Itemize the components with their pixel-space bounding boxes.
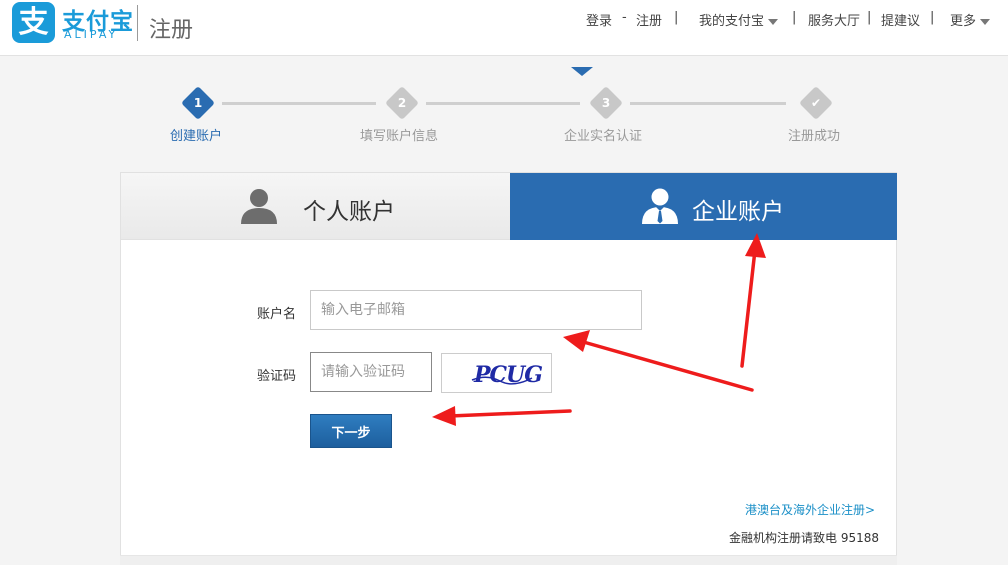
nav-suggestion[interactable]: 提建议 [881, 10, 920, 29]
step-2-label: 填写账户信息 [360, 129, 439, 144]
nav-separator: | [867, 10, 872, 25]
step-connector [222, 102, 376, 105]
captcha-image-graphic: PCUG [471, 362, 543, 388]
step-connector [426, 102, 580, 105]
step-4-label: 注册成功 [788, 129, 841, 144]
nav-separator: | [674, 10, 679, 25]
nav-login-link[interactable]: 登录 [586, 10, 612, 29]
next-step-button[interactable]: 下一步 [310, 414, 392, 448]
captcha-label: 验证码 [257, 369, 297, 384]
step-3-label: 企业实名认证 [564, 129, 643, 144]
person-icon [241, 189, 277, 224]
top-header: 支 支付宝 ALIPAY 注册 登录 - 注册 | 我的支付宝 | 服务大厅 |… [0, 0, 1008, 56]
alipay-logo-icon[interactable]: 支 [12, 2, 55, 43]
card-bottom-band [120, 555, 897, 565]
nav-separator: | [930, 10, 935, 25]
caret-down-icon [768, 18, 779, 25]
nav-register-link[interactable]: 注册 [636, 10, 662, 29]
step-2-number: 2 [397, 96, 407, 110]
logo-divider [137, 5, 138, 41]
nav-separator: | [792, 10, 797, 25]
account-name-label: 账户名 [257, 307, 297, 322]
tab-enterprise-label: 企业账户 [692, 199, 784, 225]
captcha-input[interactable] [310, 352, 432, 392]
account-name-input[interactable] [310, 290, 642, 330]
tab-personal-label: 个人账户 [303, 199, 395, 225]
step-3-number: 3 [601, 96, 611, 110]
overseas-enterprise-link[interactable]: 港澳台及海外企业注册> [745, 501, 875, 518]
nav-more[interactable]: 更多 [950, 10, 991, 29]
business-person-icon [642, 188, 678, 224]
nav-my-alipay-label: 我的支付宝 [699, 14, 765, 29]
step-connector [630, 102, 786, 105]
nav-dash: - [622, 10, 627, 25]
captcha-image[interactable]: PCUG [441, 353, 552, 393]
step-1-label: 创建账户 [170, 129, 223, 144]
active-tab-pointer [571, 67, 593, 76]
nav-service-hall[interactable]: 服务大厅 [808, 10, 860, 29]
page-title: 注册 [149, 18, 194, 43]
financial-institution-contact: 金融机构注册请致电 95188 [729, 531, 879, 545]
tab-enterprise-account[interactable]: 企业账户 [510, 173, 897, 240]
checkmark-icon: ✔ [810, 96, 822, 110]
nav-my-alipay[interactable]: 我的支付宝 [699, 10, 779, 29]
tab-personal-account[interactable]: 个人账户 [121, 173, 510, 240]
step-1-number: 1 [193, 96, 203, 110]
logo-text-en: ALIPAY [64, 28, 119, 41]
captcha-text: PCUG [473, 362, 542, 388]
nav-more-label: 更多 [950, 14, 977, 29]
caret-down-icon [980, 18, 991, 25]
